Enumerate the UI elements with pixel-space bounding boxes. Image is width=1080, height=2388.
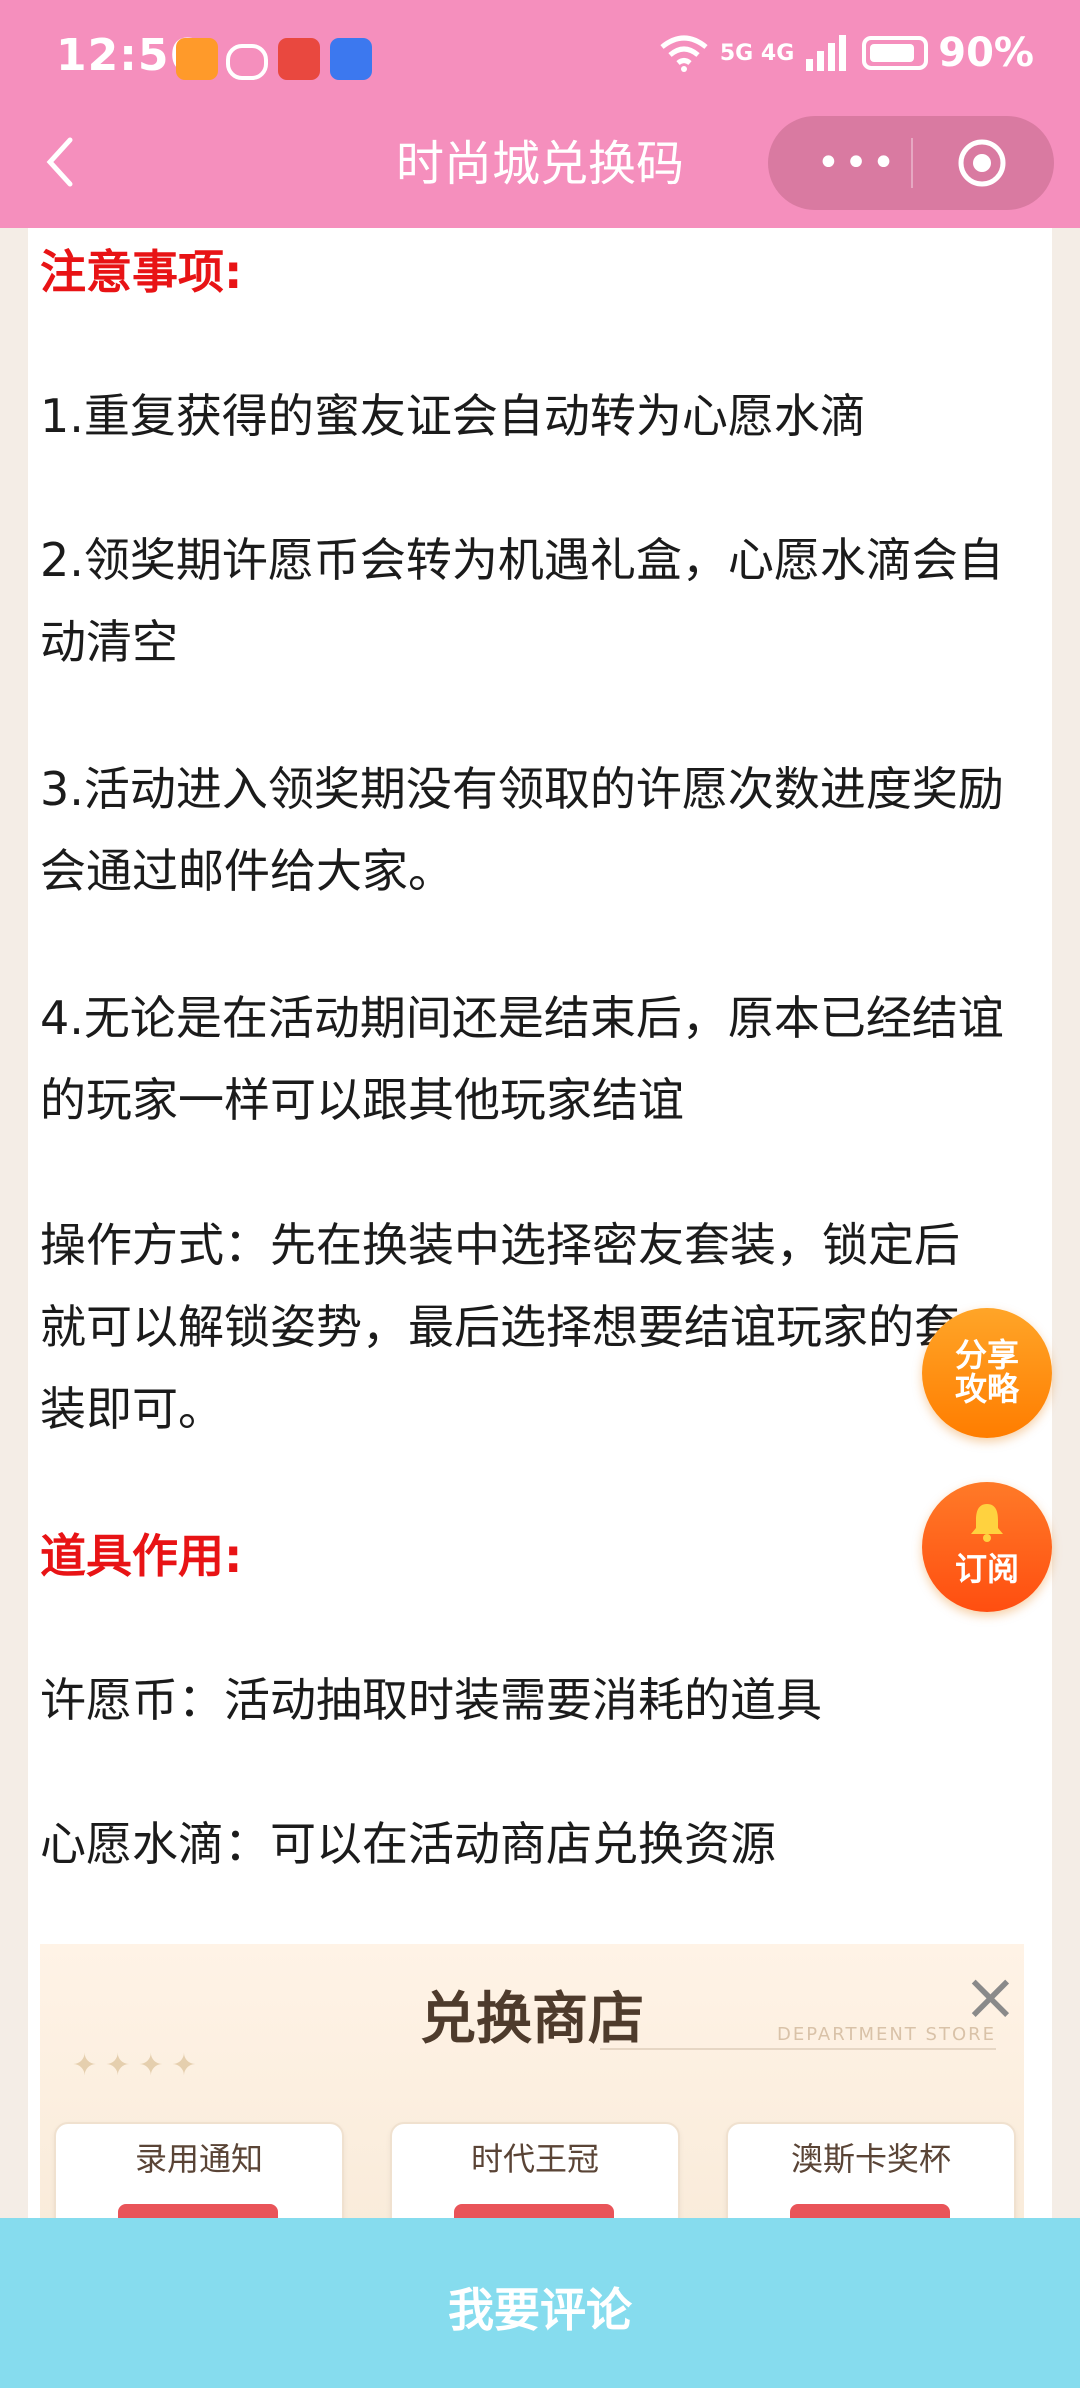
top-bar: 12:56 5G 4G 90% 时尚城兑换码 ••• (0, 0, 1080, 228)
prop-item: 许愿币：活动抽取时装需要消耗的道具 (40, 1673, 822, 1727)
shop-item-label: 录用通知 (134, 2140, 263, 2178)
signal-icon (806, 35, 847, 71)
capsule-divider (911, 138, 913, 188)
notice-item: 2.领奖期许愿币会转为机遇礼盒，心愿水滴会自动清空 (40, 533, 1004, 669)
shop-item-label: 时代王冠 (470, 2140, 599, 2178)
share-label-line1: 分享 (954, 1336, 1019, 1374)
wifi-icon (660, 35, 708, 72)
share-guide-button[interactable]: 分享 攻略 (922, 1308, 1052, 1438)
notice-item: 3.活动进入领奖期没有领取的许愿次数进度奖励会通过邮件给大家。 (40, 762, 1004, 898)
network-label: 5G 4G (719, 40, 795, 66)
shop-subtitle: DEPARTMENT STORE (777, 2024, 996, 2045)
notice-item: 4.无论是在活动期间还是结束后，原本已经结谊的玩家一样可以跟其他玩家结谊 (40, 991, 1004, 1127)
operation-text: 操作方式：先在换装中选择密友套装，锁定后就可以解锁姿势，最后选择想要结谊玩家的套… (40, 1218, 960, 1436)
blue-app-icon (330, 38, 372, 80)
bell-icon (971, 1504, 1003, 1542)
battery-percent: 90% (938, 30, 1034, 76)
notice-item: 1.重复获得的蜜友证会自动转为心愿水滴 (40, 389, 866, 443)
status-bar: 12:56 5G 4G 90% (0, 0, 1080, 120)
notice-heading: 注意事项: (40, 245, 243, 299)
taobao-heart-icon (176, 38, 218, 80)
props-heading: 道具作用: (40, 1529, 243, 1583)
subscribe-label: 订阅 (954, 1550, 1019, 1588)
more-icon[interactable]: ••• (808, 140, 908, 186)
subscribe-button[interactable]: 订阅 (922, 1482, 1052, 1612)
mascot-618-icon (278, 38, 320, 80)
sparkle-icon: ✦✦✦✦ (72, 2048, 205, 2083)
comment-bar[interactable]: 我要评论 (0, 2218, 1080, 2388)
chat-bubble-icon (226, 44, 268, 80)
comment-button-label: 我要评论 (448, 2283, 632, 2337)
battery-icon (862, 36, 929, 70)
close-miniapp-icon[interactable] (957, 138, 1007, 188)
status-right: 5G 4G 90% (658, 30, 1034, 76)
shop-divider (600, 2048, 996, 2050)
share-label-line2: 攻略 (954, 1370, 1019, 1408)
prop-item: 心愿水滴：可以在活动商店兑换资源 (40, 1817, 776, 1871)
shop-item-label: 澳斯卡奖杯 (790, 2140, 951, 2178)
miniapp-capsule: ••• (768, 116, 1054, 210)
